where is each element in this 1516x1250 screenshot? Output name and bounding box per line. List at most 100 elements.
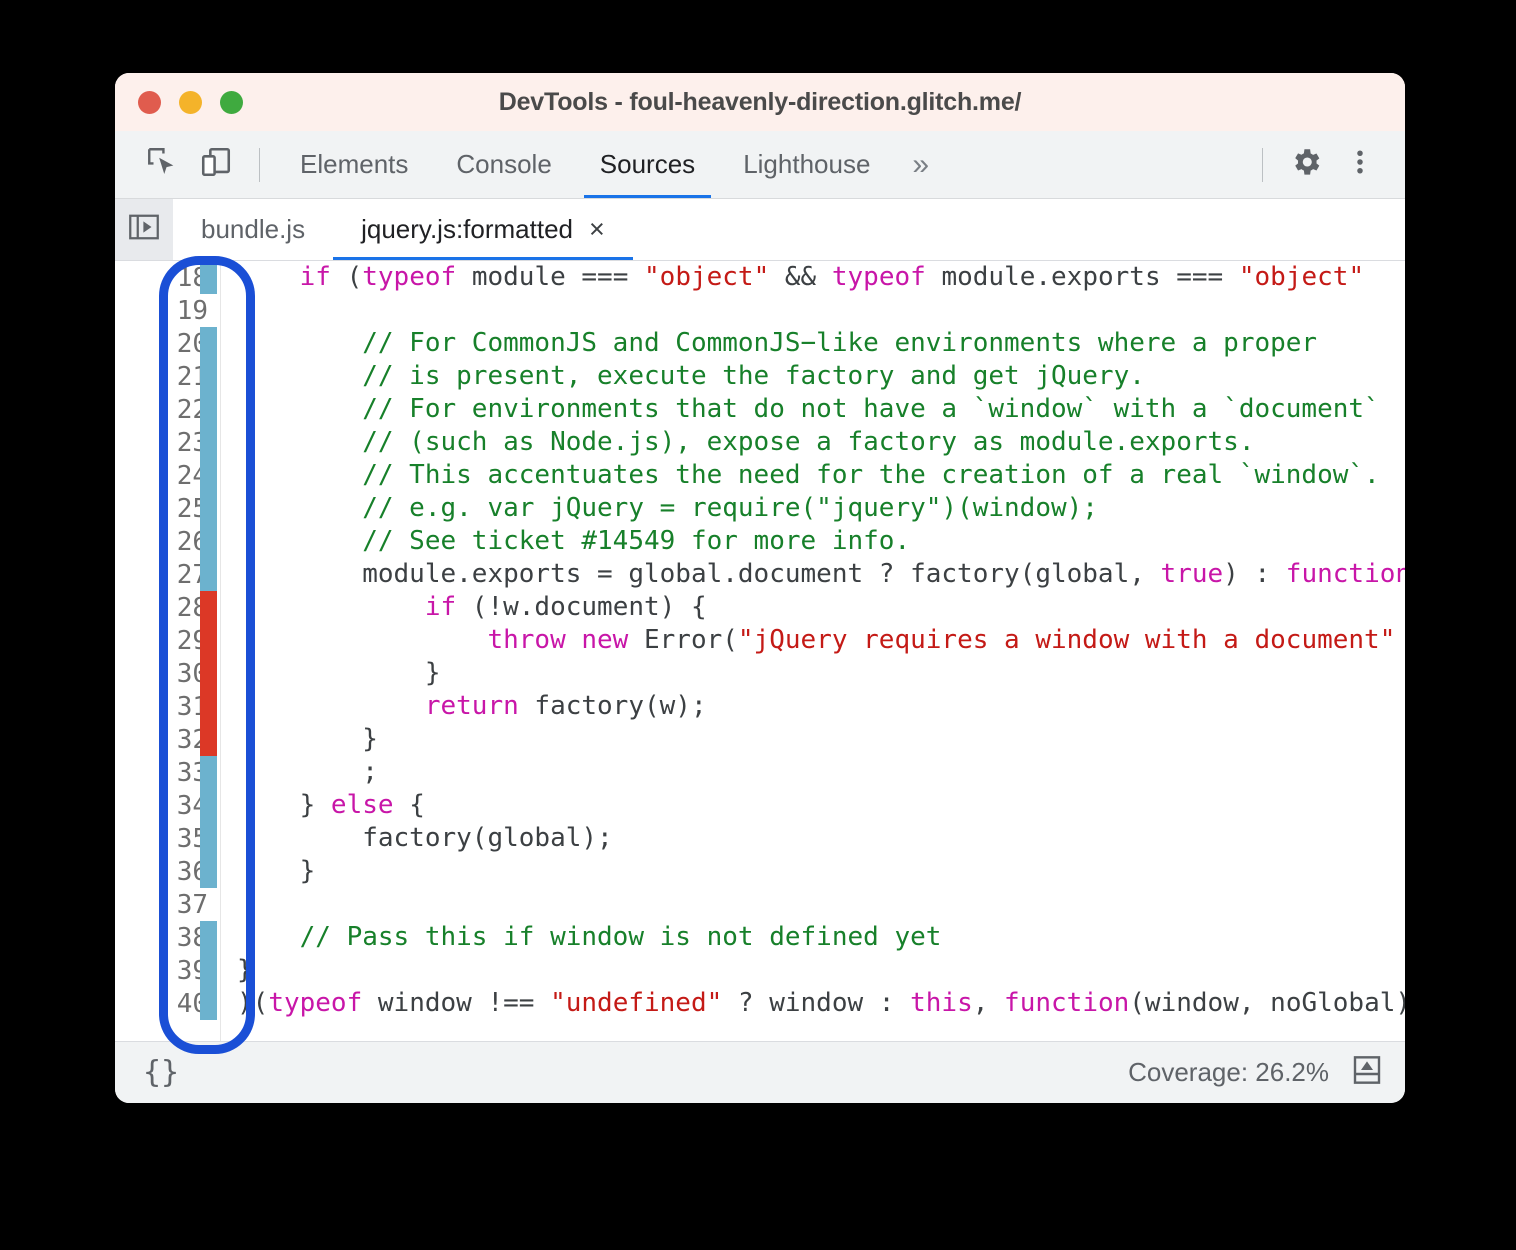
code-token bbox=[237, 691, 425, 721]
code-token: { bbox=[394, 790, 425, 820]
code-token: module.exports = global.document ? facto… bbox=[237, 559, 1161, 589]
coverage-marker-used bbox=[200, 492, 217, 525]
kebab-menu-icon bbox=[1345, 145, 1375, 184]
gutter-line[interactable]: 40 bbox=[115, 987, 220, 1020]
code-line: return factory(w); bbox=[237, 690, 1405, 723]
code-line: // Pass this if window is not defined ye… bbox=[237, 921, 1405, 954]
device-toolbar-button[interactable] bbox=[189, 141, 243, 189]
code-token: if bbox=[300, 262, 347, 292]
coverage-marker-used bbox=[200, 393, 217, 426]
code-token: } bbox=[237, 856, 315, 886]
gutter-line[interactable]: 32 bbox=[115, 723, 220, 756]
more-panels-button[interactable]: » bbox=[894, 131, 947, 198]
show-drawer-button[interactable] bbox=[1351, 1054, 1383, 1091]
gutter-line[interactable]: 30 bbox=[115, 657, 220, 690]
show-navigator-button[interactable] bbox=[115, 199, 173, 260]
toolbar-divider-left bbox=[259, 148, 260, 182]
code-token: typeof bbox=[362, 262, 456, 292]
gear-icon bbox=[1289, 145, 1323, 184]
code-line bbox=[237, 888, 1405, 921]
gutter-line[interactable]: 22 bbox=[115, 393, 220, 426]
code-line: )(typeof window !== "undefined" ? window… bbox=[237, 987, 1405, 1020]
code-content[interactable]: if (typeof module === "object" && typeof… bbox=[221, 261, 1405, 1041]
code-line: // This accentuates the need for the cre… bbox=[237, 459, 1405, 492]
code-token bbox=[237, 625, 487, 655]
code-line: module.exports = global.document ? facto… bbox=[237, 558, 1405, 591]
gutter-line[interactable]: 18 bbox=[115, 261, 220, 294]
coverage-marker-used bbox=[200, 855, 217, 888]
settings-button[interactable] bbox=[1279, 141, 1333, 189]
devtools-main-toolbar: Elements Console Sources Lighthouse » bbox=[115, 131, 1405, 199]
gutter-line[interactable]: 21 bbox=[115, 360, 220, 393]
tab-elements[interactable]: Elements bbox=[276, 131, 432, 198]
status-bar-right: Coverage: 26.2% bbox=[1128, 1054, 1383, 1091]
tab-lighthouse[interactable]: Lighthouse bbox=[719, 131, 894, 198]
gutter-line[interactable]: 28 bbox=[115, 591, 220, 624]
code-token: ) : bbox=[1223, 559, 1286, 589]
gutter-line[interactable]: 25 bbox=[115, 492, 220, 525]
gutter-line[interactable]: 26 bbox=[115, 525, 220, 558]
gutter-line[interactable]: 36 bbox=[115, 855, 220, 888]
code-line: if (!w.document) { bbox=[237, 591, 1405, 624]
file-tab-jquery-js-formatted[interactable]: jquery.js:formatted × bbox=[333, 199, 633, 260]
gutter-line[interactable]: 38 bbox=[115, 921, 220, 954]
gutter-line[interactable]: 35 bbox=[115, 822, 220, 855]
gutter-line[interactable]: 33 bbox=[115, 756, 220, 789]
screenshot-root: DevTools - foul-heavenly-direction.glitc… bbox=[0, 0, 1516, 1250]
close-tab-icon[interactable]: × bbox=[589, 216, 605, 243]
code-token: ( bbox=[347, 262, 363, 292]
pretty-print-button[interactable]: {} bbox=[137, 1055, 185, 1090]
coverage-marker-used bbox=[200, 987, 217, 1020]
code-token: } bbox=[237, 955, 253, 985]
coverage-marker-used bbox=[200, 261, 217, 294]
code-token: ; bbox=[237, 757, 378, 787]
editor-status-bar: {} Coverage: 26.2% bbox=[115, 1041, 1405, 1103]
code-token: // For environments that do not have a `… bbox=[237, 394, 1380, 424]
gutter-line[interactable]: 29 bbox=[115, 624, 220, 657]
coverage-marker-none bbox=[200, 294, 217, 327]
code-line: } bbox=[237, 954, 1405, 987]
gutter-line[interactable]: 23 bbox=[115, 426, 220, 459]
gutter-line[interactable]: 39 bbox=[115, 954, 220, 987]
file-tab-bundle-js[interactable]: bundle.js bbox=[173, 199, 333, 260]
toolbar-divider-right bbox=[1262, 148, 1263, 182]
code-token: "jQuery requires a window with a documen… bbox=[738, 625, 1395, 655]
code-token: factory(w); bbox=[519, 691, 707, 721]
code-token: (!w.document) { bbox=[456, 592, 706, 622]
code-token: "object" bbox=[644, 262, 769, 292]
gutter-line[interactable]: 34 bbox=[115, 789, 220, 822]
coverage-status-label: Coverage: 26.2% bbox=[1128, 1057, 1329, 1088]
gutter-line[interactable]: 27 bbox=[115, 558, 220, 591]
coverage-marker-used bbox=[200, 525, 217, 558]
file-tab-bar: bundle.js jquery.js:formatted × bbox=[115, 199, 1405, 261]
code-token: , bbox=[973, 988, 1004, 1018]
devtools-window: DevTools - foul-heavenly-direction.glitc… bbox=[115, 73, 1405, 1103]
more-options-button[interactable] bbox=[1333, 141, 1387, 189]
coverage-marker-used bbox=[200, 459, 217, 492]
code-token: // Pass this if window is not defined ye… bbox=[237, 922, 941, 952]
gutter-line[interactable]: 24 bbox=[115, 459, 220, 492]
gutter-line[interactable]: 20 bbox=[115, 327, 220, 360]
code-token: module.exports === bbox=[926, 262, 1239, 292]
code-line: // is present, execute the factory and g… bbox=[237, 360, 1405, 393]
code-line: } else { bbox=[237, 789, 1405, 822]
code-token: function bbox=[1004, 988, 1129, 1018]
coverage-marker-used bbox=[200, 327, 217, 360]
tab-sources[interactable]: Sources bbox=[576, 131, 719, 198]
tab-console[interactable]: Console bbox=[432, 131, 575, 198]
show-drawer-icon bbox=[1351, 1054, 1383, 1086]
code-line: factory(global); bbox=[237, 822, 1405, 855]
code-token: } bbox=[237, 790, 331, 820]
code-token: } bbox=[237, 658, 441, 688]
coverage-marker-used bbox=[200, 789, 217, 822]
file-tab-label: bundle.js bbox=[201, 214, 305, 245]
gutter-line[interactable]: 31 bbox=[115, 690, 220, 723]
coverage-marker-unused bbox=[200, 624, 217, 657]
device-toolbar-icon bbox=[199, 145, 233, 184]
inspect-element-button[interactable] bbox=[135, 141, 189, 189]
gutter-line[interactable]: 19 bbox=[115, 294, 220, 327]
gutter-line[interactable]: 37 bbox=[115, 888, 220, 921]
code-line: } bbox=[237, 723, 1405, 756]
code-token: && bbox=[769, 262, 832, 292]
toolbar-right-group bbox=[1246, 141, 1405, 189]
